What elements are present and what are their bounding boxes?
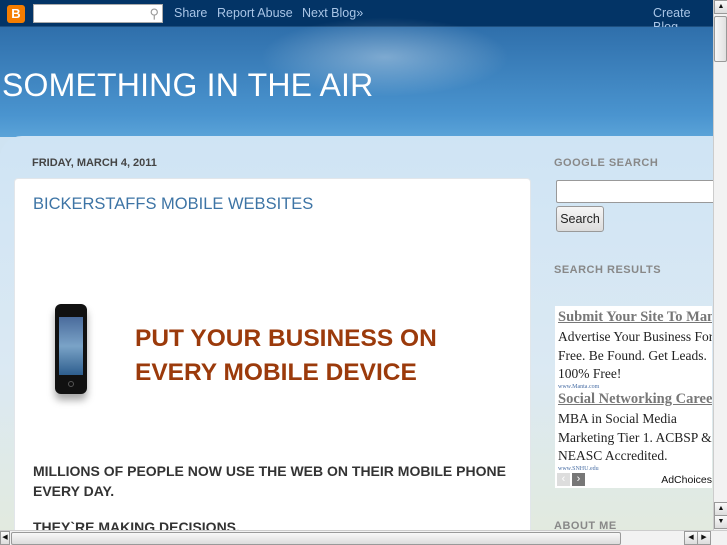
google-search-input[interactable] xyxy=(556,180,716,203)
search-button[interactable]: Search xyxy=(556,206,604,232)
vertical-scrollbar[interactable]: ▲ ▲ ▼ xyxy=(713,0,727,530)
scroll-left-arrow-icon[interactable]: ◀ xyxy=(684,531,698,545)
horizontal-scrollbar[interactable]: ◀ ◀ ▶ xyxy=(0,530,727,545)
share-link[interactable]: Share xyxy=(174,6,207,20)
blogger-logo-icon[interactable]: B xyxy=(7,5,25,23)
scroll-left-arrow-icon[interactable]: ◀ xyxy=(0,531,10,545)
search-results-heading: SEARCH RESULTS xyxy=(554,264,662,276)
scroll-right-arrow-icon[interactable]: ▶ xyxy=(697,531,711,545)
horizontal-scroll-thumb[interactable] xyxy=(11,532,621,545)
promo-line: PUT YOUR BUSINESS ON xyxy=(135,325,437,352)
google-search-heading: GOOGLE SEARCH xyxy=(554,157,659,169)
post-paragraph: MILLIONS OF PEOPLE NOW USE THE WEB ON TH… xyxy=(33,463,506,479)
ad-text: MBA in Social Media xyxy=(558,411,677,426)
scroll-up-arrow-icon[interactable]: ▲ xyxy=(714,502,727,516)
ad-text: Free. Be Found. Get Leads. xyxy=(558,348,707,363)
ad-box: Submit Your Site To Manta Advertise Your… xyxy=(555,306,712,488)
ad-text: Advertise Your Business For xyxy=(558,329,712,344)
post-card: BICKERSTAFFS MOBILE WEBSITES PUT YOUR BU… xyxy=(14,178,531,538)
scroll-down-arrow-icon[interactable]: ▼ xyxy=(714,515,727,529)
search-icon[interactable]: ⚲ xyxy=(149,6,159,22)
scroll-up-arrow-icon[interactable]: ▲ xyxy=(714,0,727,14)
ad-url[interactable]: www.Manta.com xyxy=(558,384,599,390)
ad-text: Marketing Tier 1. ACBSP & xyxy=(558,430,712,445)
ad-url[interactable]: www.SNHU.edu xyxy=(558,466,599,472)
ad-prev-button[interactable]: ‹ xyxy=(557,473,570,486)
ad-next-button[interactable]: › xyxy=(572,473,585,486)
promo-line: EVERY MOBILE DEVICE xyxy=(135,359,417,386)
ad-text: NEASC Accredited. xyxy=(558,448,668,463)
ad-headline[interactable]: Submit Your Site To Manta xyxy=(558,309,712,326)
ad-text: 100% Free! xyxy=(558,366,622,381)
navbar-search-input[interactable]: ⚲ xyxy=(33,4,163,23)
vertical-scroll-thumb[interactable] xyxy=(714,16,727,62)
post-date: FRIDAY, MARCH 4, 2011 xyxy=(32,157,157,169)
phone-image xyxy=(55,304,87,394)
post-title[interactable]: BICKERSTAFFS MOBILE WEBSITES xyxy=(33,195,313,214)
adchoices-link[interactable]: AdChoices xyxy=(661,474,712,486)
blog-title[interactable]: SOMETHING IN THE AIR xyxy=(2,67,373,104)
ad-headline[interactable]: Social Networking Careers xyxy=(558,391,712,408)
post-paragraph: EVERY DAY. xyxy=(33,483,115,499)
